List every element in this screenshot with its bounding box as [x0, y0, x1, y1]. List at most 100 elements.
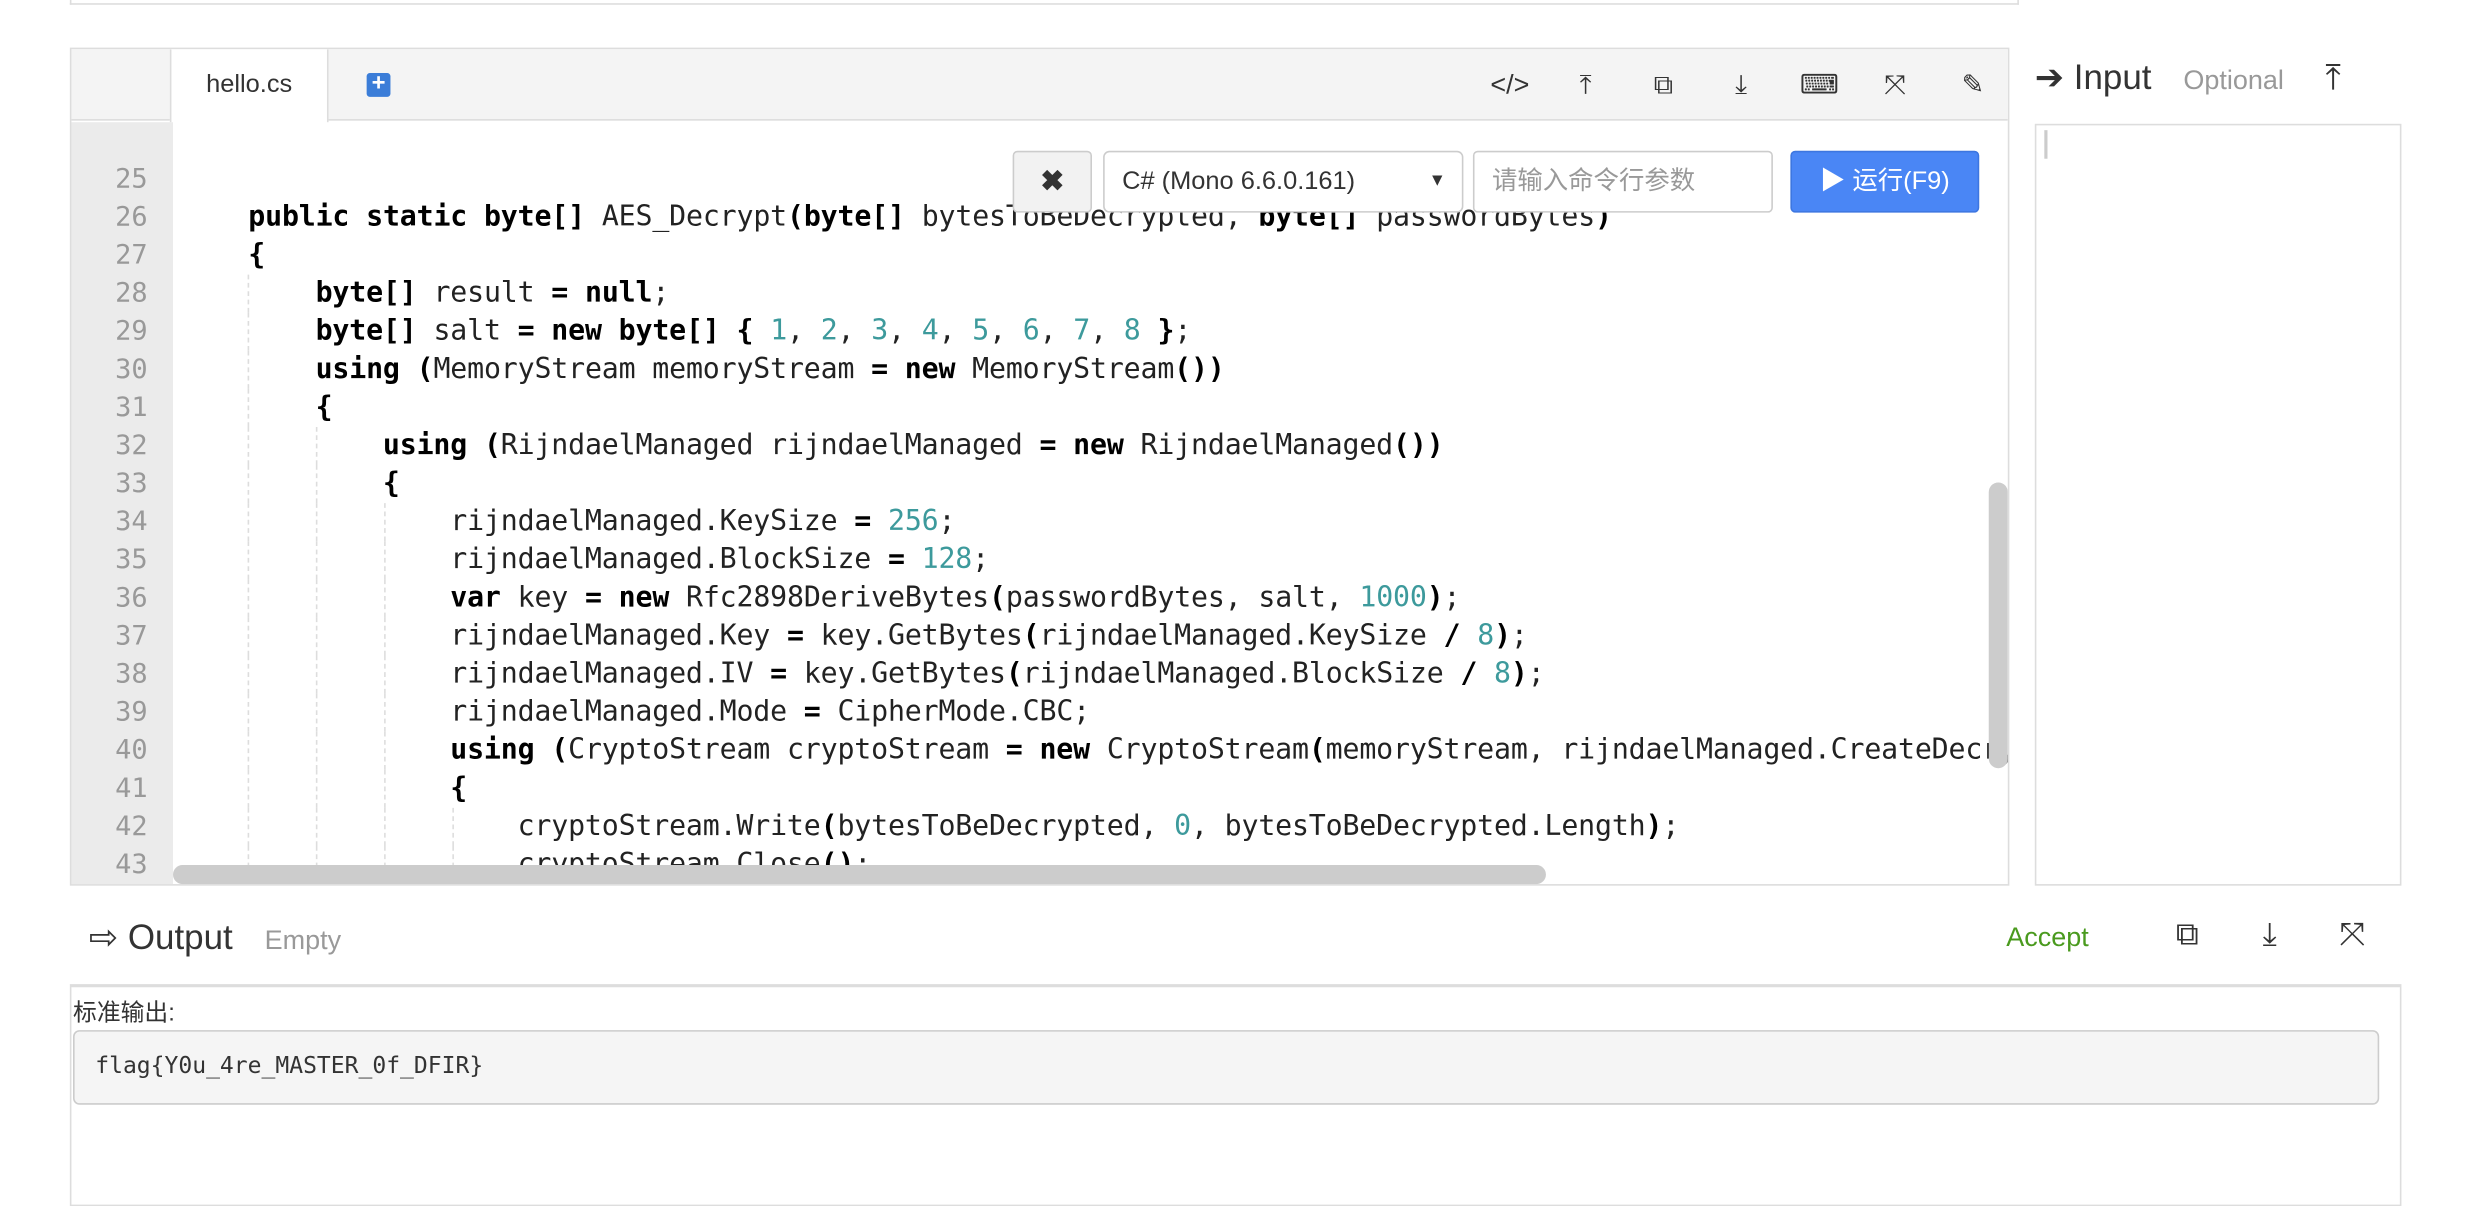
language-value: C# (Mono 6.6.0.161): [1122, 168, 1356, 196]
indent-guide: [315, 617, 318, 656]
indent-guide: [315, 769, 318, 808]
line-number: 27: [115, 239, 148, 272]
language-select[interactable]: C# (Mono 6.6.0.161) ▼: [1103, 150, 1464, 213]
line-number: 41: [115, 772, 148, 805]
indent-guide: [247, 465, 250, 504]
line-number: 44: [115, 884, 148, 886]
indent-guide: [315, 465, 318, 504]
copy-icon[interactable]: ⧉: [2167, 917, 2208, 954]
code-line: rijndaelManaged.KeySize = 256;: [450, 504, 956, 539]
keyboard-icon[interactable]: ⌨: [1800, 68, 1839, 103]
download-icon[interactable]: ⤓: [2249, 917, 2290, 954]
indent-guide: [383, 769, 386, 808]
code-line: {: [382, 466, 400, 500]
line-number: 31: [115, 392, 148, 424]
output-header: ⇨ Output Empty: [89, 914, 341, 965]
line-number: 36: [115, 582, 148, 615]
line-number: 38: [115, 658, 148, 691]
input-title: Input: [2073, 57, 2152, 97]
caret-down-icon: ▼: [1428, 171, 1446, 191]
code-line: using (RijndaelManaged rijndaelManaged =…: [382, 428, 1444, 462]
indent-guide: [316, 884, 318, 886]
code-line: rijndaelManaged.IV = key.GetBytes(rijnda…: [450, 657, 1545, 691]
indent-guide: [247, 541, 250, 580]
upload-icon[interactable]: ⤒: [1567, 68, 1605, 103]
line-number: 34: [115, 506, 148, 539]
code-line: using (MemoryStream memoryStream = new M…: [315, 352, 1225, 386]
indent-guide: [384, 884, 386, 886]
code-line: byte[] result = null;: [315, 276, 670, 310]
input-hint: Optional: [2183, 65, 2284, 96]
indent-guide: [315, 541, 318, 580]
indent-guide: [315, 579, 318, 618]
line-number: 39: [115, 696, 148, 729]
command-args-input[interactable]: [1472, 150, 1773, 213]
upload-icon[interactable]: ⤒: [2325, 57, 2340, 97]
indent-guide: [383, 731, 386, 770]
line-number: 26: [115, 201, 148, 234]
indent-guide: [383, 807, 386, 846]
run-button[interactable]: ▶ 运行(F9): [1790, 150, 1980, 213]
line-number: 30: [115, 353, 148, 386]
output-hint: Empty: [264, 925, 342, 956]
line-number: 43: [115, 849, 148, 881]
editor-header: [71, 49, 2008, 121]
close-button[interactable]: ✖: [1012, 150, 1092, 213]
code-area[interactable]: public static byte[] AES_Decrypt(byte[] …: [181, 113, 2010, 886]
horizontal-scrollbar[interactable]: [173, 865, 1546, 885]
text-cursor: [2044, 130, 2048, 159]
stdin-textarea[interactable]: [2034, 123, 2402, 886]
line-number: 33: [115, 468, 148, 500]
stdout-content: flag{Y0u_4re_MASTER_0f_DFIR}: [73, 1030, 2380, 1105]
fullscreen-icon[interactable]: ⤧: [1876, 68, 1914, 103]
indent-guide: [315, 503, 318, 542]
code-line: {: [315, 390, 333, 424]
input-header: ➔ Input Optional ⤒: [2035, 54, 2341, 102]
code-line: {: [248, 238, 266, 272]
indent-guide: [247, 579, 250, 618]
fullscreen-icon[interactable]: ⤧: [2332, 917, 2373, 954]
line-number: 42: [115, 811, 148, 843]
add-file-icon[interactable]: +: [366, 71, 391, 97]
indent-guide: [315, 693, 318, 732]
indent-guide: [247, 388, 250, 427]
indent-guide: [247, 731, 250, 770]
indent-guide: [383, 579, 386, 618]
indent-guide: [315, 655, 318, 694]
indent-guide: [383, 503, 386, 542]
indent-guide: [247, 693, 250, 732]
indent-guide: [247, 350, 250, 389]
code-line: using (CryptoStream cryptoStream = new C…: [450, 733, 2010, 767]
download-icon[interactable]: ⤓: [1722, 68, 1760, 103]
code-icon[interactable]: </>: [1490, 68, 1529, 103]
indent-guide: [315, 731, 318, 770]
line-number: 25: [115, 163, 148, 196]
line-number: 40: [115, 734, 148, 767]
indent-guide: [451, 807, 454, 846]
indent-guide: [247, 617, 250, 656]
indent-guide: [247, 274, 250, 313]
stdout-label: 标准输出:: [73, 999, 175, 1027]
line-number: 37: [115, 620, 148, 653]
code-line: byte[] salt = new byte[] { 1, 2, 3, 4, 5…: [315, 314, 1192, 348]
line-number: 28: [115, 277, 148, 310]
copy-icon[interactable]: ⧉: [1644, 68, 1682, 103]
indent-guide: [247, 426, 250, 466]
indent-guide: [247, 769, 250, 808]
output-box: 标准输出: flag{Y0u_4re_MASTER_0f_DFIR}: [69, 984, 2402, 1206]
tab-hello-cs[interactable]: hello.cs: [169, 49, 329, 123]
previous-panel: [69, 0, 2019, 5]
indent-guide: [247, 655, 250, 694]
vertical-scrollbar[interactable]: [1988, 482, 2008, 769]
code-line: rijndaelManaged.Mode = CipherMode.CBC;: [450, 695, 1091, 729]
line-number: 29: [115, 315, 148, 348]
output-title: Output: [127, 917, 233, 958]
code-line: rijndaelManaged.BlockSize = 128;: [450, 542, 989, 577]
accept-status: Accept: [2006, 922, 2089, 953]
line-gutter: 25 26 27 28 29 30 31 32 33 34 35 36 37 38 39 40 41 42 43 44: [71, 122, 174, 886]
edit-icon[interactable]: ✎: [1954, 68, 1992, 103]
code-line: }: [181, 884, 467, 886]
sign-in-icon: ➔: [2034, 57, 2065, 97]
sign-out-icon: ⇨: [88, 917, 119, 958]
indent-guide: [315, 426, 318, 466]
